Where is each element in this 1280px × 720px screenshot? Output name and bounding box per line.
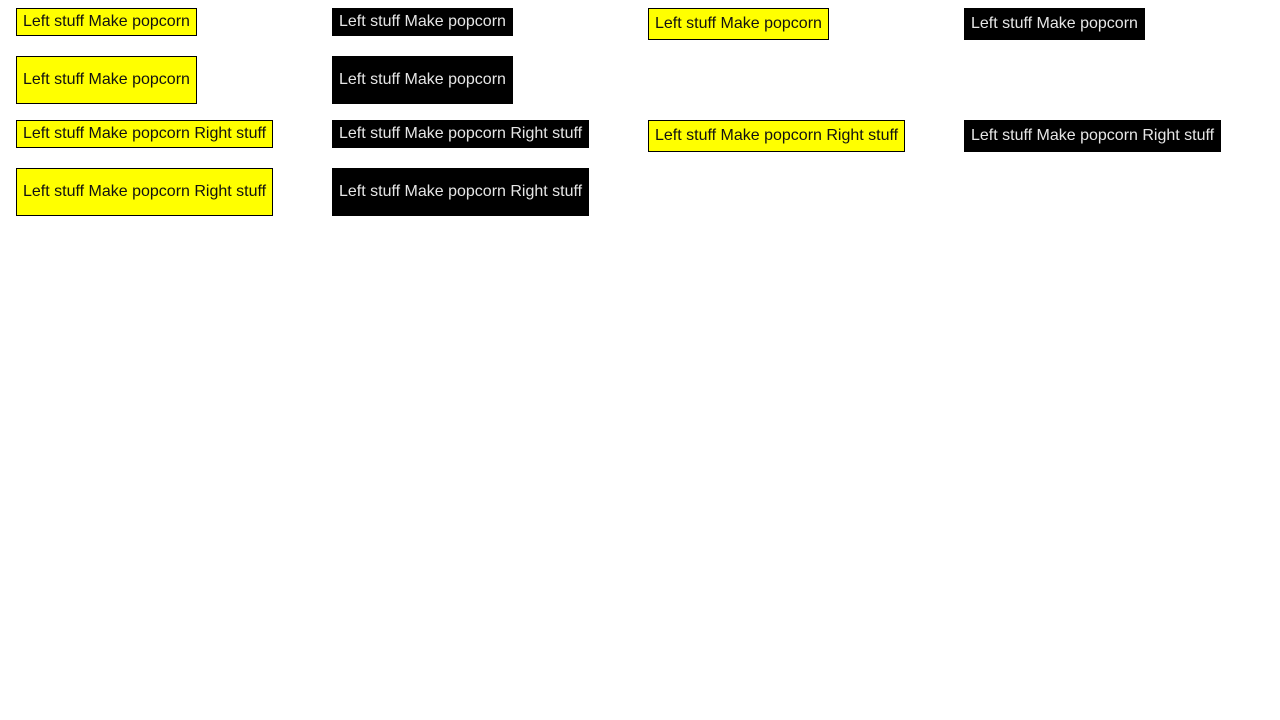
- popcorn-button-black-4[interactable]: Left stuff Make popcorn Right stuff: [964, 120, 1221, 152]
- center-label: Make popcorn: [720, 15, 822, 32]
- test-page: Left stuff Make popcorn Left stuff Make …: [0, 0, 1280, 720]
- center-label: Make popcorn: [88, 125, 190, 142]
- right-label: Right stuff: [1142, 127, 1215, 144]
- left-label: Left stuff: [971, 127, 1033, 144]
- right-label: Right stuff: [194, 183, 267, 200]
- left-label: Left stuff: [23, 125, 85, 142]
- center-label: Make popcorn: [88, 71, 190, 88]
- popcorn-button-yellow-tall[interactable]: Left stuff Make popcorn: [16, 56, 197, 104]
- popcorn-button-black-2[interactable]: Left stuff Make popcorn: [964, 8, 1145, 40]
- left-label: Left stuff: [23, 13, 85, 30]
- right-label: Right stuff: [194, 125, 267, 142]
- center-label: Make popcorn: [1036, 127, 1138, 144]
- center-label: Make popcorn: [88, 13, 190, 30]
- right-label: Right stuff: [510, 125, 583, 142]
- left-label: Left stuff: [655, 127, 717, 144]
- left-label: Left stuff: [339, 125, 401, 142]
- popcorn-button-black-tall-2[interactable]: Left stuff Make popcorn Right stuff: [332, 168, 589, 216]
- left-label: Left stuff: [339, 71, 401, 88]
- popcorn-button-black-3[interactable]: Left stuff Make popcorn Right stuff: [332, 120, 589, 148]
- popcorn-button-black-tall[interactable]: Left stuff Make popcorn: [332, 56, 513, 104]
- center-label: Make popcorn: [88, 183, 190, 200]
- left-label: Left stuff: [339, 13, 401, 30]
- left-label: Left stuff: [339, 183, 401, 200]
- center-label: Make popcorn: [404, 125, 506, 142]
- popcorn-button-yellow-1[interactable]: Left stuff Make popcorn: [16, 8, 197, 36]
- center-label: Make popcorn: [720, 127, 822, 144]
- left-label: Left stuff: [23, 183, 85, 200]
- popcorn-button-yellow-3[interactable]: Left stuff Make popcorn Right stuff: [16, 120, 273, 148]
- popcorn-button-yellow-4[interactable]: Left stuff Make popcorn Right stuff: [648, 120, 905, 152]
- popcorn-button-yellow-2[interactable]: Left stuff Make popcorn: [648, 8, 829, 40]
- right-label: Right stuff: [826, 127, 899, 144]
- left-label: Left stuff: [971, 15, 1033, 32]
- right-label: Right stuff: [510, 183, 583, 200]
- popcorn-button-black-1[interactable]: Left stuff Make popcorn: [332, 8, 513, 36]
- center-label: Make popcorn: [1036, 15, 1138, 32]
- center-label: Make popcorn: [404, 71, 506, 88]
- center-label: Make popcorn: [404, 183, 506, 200]
- popcorn-button-yellow-tall-2[interactable]: Left stuff Make popcorn Right stuff: [16, 168, 273, 216]
- center-label: Make popcorn: [404, 13, 506, 30]
- left-label: Left stuff: [23, 71, 85, 88]
- left-label: Left stuff: [655, 15, 717, 32]
